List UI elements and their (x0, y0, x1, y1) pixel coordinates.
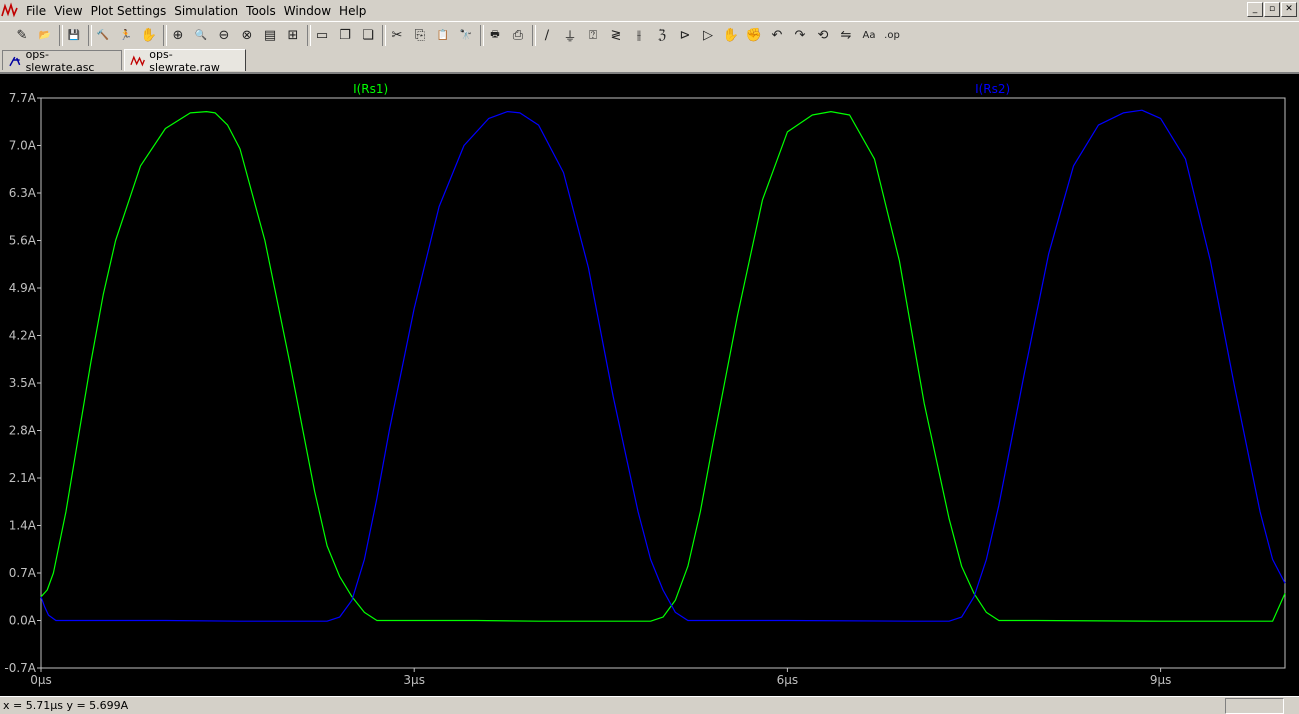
find-icon[interactable]: 🔭 (456, 25, 476, 45)
print-preview-icon[interactable]: 🖶 (485, 25, 505, 45)
menu-simulation[interactable]: Simulation (170, 3, 242, 19)
y-tick-label: 3.5A (9, 376, 37, 390)
copy-icon[interactable]: ⎘ (410, 25, 430, 45)
print-icon[interactable]: ⎙ (508, 25, 528, 45)
menu-window[interactable]: Window (280, 3, 335, 19)
y-tick-label: 2.8A (9, 424, 37, 438)
status-panel (1225, 698, 1284, 714)
label-net-icon[interactable]: ⍰ (583, 25, 603, 45)
cursor-readout: x = 5.71µs y = 5.699A (3, 699, 129, 712)
toolbar-separator (88, 25, 92, 46)
toolbar-separator (532, 25, 536, 46)
rotate-icon[interactable]: ⟲ (813, 25, 833, 45)
ltspice-app-icon[interactable] (1, 2, 18, 19)
autorange-icon[interactable]: ▤ (260, 25, 280, 45)
resistor-icon[interactable]: ≷ (606, 25, 626, 45)
toolbar-separator (382, 25, 386, 46)
trace-label: I(Rs1) (353, 82, 388, 96)
menu-plot-settings[interactable]: Plot Settings (87, 3, 171, 19)
window-controls: _ ▫ ✕ (1247, 2, 1297, 17)
toolbar-separator (480, 25, 484, 46)
redo-icon[interactable]: ↷ (790, 25, 810, 45)
y-tick-label: 2.1A (9, 471, 37, 485)
y-tick-label: 7.0A (9, 139, 37, 153)
paste-icon[interactable]: 📋 (433, 25, 453, 45)
y-tick-label: 5.6A (9, 234, 37, 248)
trace-I(Rs1) (40, 110, 1286, 622)
tab-label: ops-slewrate.asc (25, 47, 95, 74)
trace-label: I(Rs2) (975, 82, 1010, 96)
move-icon[interactable]: ✋ (721, 25, 741, 45)
tile-vertical-icon[interactable]: ❏ (358, 25, 378, 45)
schematic-icon (9, 56, 21, 66)
run-icon[interactable]: 🏃 (116, 25, 136, 45)
drag-icon[interactable]: ✊ (744, 25, 764, 45)
x-tick-label: 3µs (403, 673, 425, 687)
control-panel-icon[interactable]: 🔨 (93, 25, 113, 45)
open-icon[interactable]: 📂 (35, 25, 55, 45)
cascade-icon[interactable]: ❐ (335, 25, 355, 45)
waveform-viewer[interactable]: 7.7A 7.0A 6.3A 5.6A 4.9A 4.2A 3.5A 2.8A 2.1A 1.4A… (0, 72, 1299, 696)
mirror-icon[interactable]: ⇋ (836, 25, 856, 45)
diode-icon[interactable]: ⊳ (675, 25, 695, 45)
x-tick-label: 9µs (1150, 673, 1172, 687)
component-icon[interactable]: ▷ (698, 25, 718, 45)
zoom-out-icon[interactable]: ⊖ (214, 25, 234, 45)
trace-I(Rs2) (40, 109, 1286, 622)
save-icon[interactable]: 💾 (64, 25, 84, 45)
minimize-icon[interactable]: _ (1247, 2, 1263, 17)
menu: File View Plot Settings Simulation Tools… (22, 3, 370, 19)
y-tick-label: 0.7A (9, 566, 37, 580)
toolbar: ✎ 📂 💾 🔨 🏃 ✋ ⊕ 🔍 ⊖ ⊗ ▤ ⊞ ▭ ❐ ❏ ✂ ⎘ 📋 🔭 🖶 ⎙ ∕ ⏚ ⍰ ≷ ⫲ ℨ ⊳ ▷ ✋ ✊ ↶ ↷ ⟲ ⇋ Aa .op (0, 21, 1299, 49)
cut-icon[interactable]: ✂ (387, 25, 407, 45)
waveform-icon (130, 54, 145, 67)
tile-horizontal-icon[interactable]: ▭ (312, 25, 332, 45)
toolbar-separator (307, 25, 311, 46)
menu-view[interactable]: View (50, 3, 86, 19)
menubar: File View Plot Settings Simulation Tools… (0, 0, 1299, 21)
plot-canvas[interactable]: 7.7A 7.0A 6.3A 5.6A 4.9A 4.2A 3.5A 2.8A 2.1A 1.4A… (0, 74, 1299, 696)
menu-tools[interactable]: Tools (242, 3, 280, 19)
tab-schematic[interactable]: ops-slewrate.asc (2, 48, 122, 74)
y-tick-label: 6.3A (9, 186, 37, 200)
x-tick-label: 6µs (777, 673, 799, 687)
new-schematic-icon[interactable]: ✎ (12, 25, 32, 45)
document-tabs: ops-slewrate.asc ops-slewrate.raw (0, 47, 1299, 74)
status-bar: x = 5.71µs y = 5.699A (0, 696, 1299, 714)
menu-file[interactable]: File (22, 3, 50, 19)
capacitor-icon[interactable]: ⫲ (629, 25, 649, 45)
zoom-area-icon[interactable]: 🔍 (191, 25, 211, 45)
tab-waveform[interactable]: ops-slewrate.raw (124, 47, 246, 74)
y-tick-label: 0.0A (9, 614, 37, 628)
zoom-cancel-icon[interactable]: ⊗ (237, 25, 257, 45)
tab-label: ops-slewrate.raw (149, 47, 220, 74)
y-tick-label: 4.9A (9, 281, 37, 295)
toolbar-separator (59, 25, 63, 46)
close-icon[interactable]: ✕ (1281, 2, 1297, 17)
menu-help[interactable]: Help (335, 3, 370, 19)
wire-icon[interactable]: ∕ (537, 25, 557, 45)
spice-directive-icon[interactable]: .op (882, 25, 902, 45)
halt-icon[interactable]: ✋ (139, 25, 159, 45)
y-tick-label: 4.2A (9, 329, 37, 343)
zoom-in-icon[interactable]: ⊕ (168, 25, 188, 45)
text-icon[interactable]: Aa (859, 25, 879, 45)
toolbar-separator (163, 25, 167, 46)
undo-icon[interactable]: ↶ (767, 25, 787, 45)
x-tick-label: 0µs (30, 673, 52, 687)
plot-border (40, 97, 1286, 669)
zoom-full-icon[interactable]: ⊞ (283, 25, 303, 45)
y-tick-label: 7.7A (9, 91, 37, 105)
y-tick-label: 1.4A (9, 519, 37, 533)
ground-icon[interactable]: ⏚ (560, 25, 580, 45)
restore-icon[interactable]: ▫ (1264, 2, 1280, 17)
inductor-icon[interactable]: ℨ (652, 25, 672, 45)
